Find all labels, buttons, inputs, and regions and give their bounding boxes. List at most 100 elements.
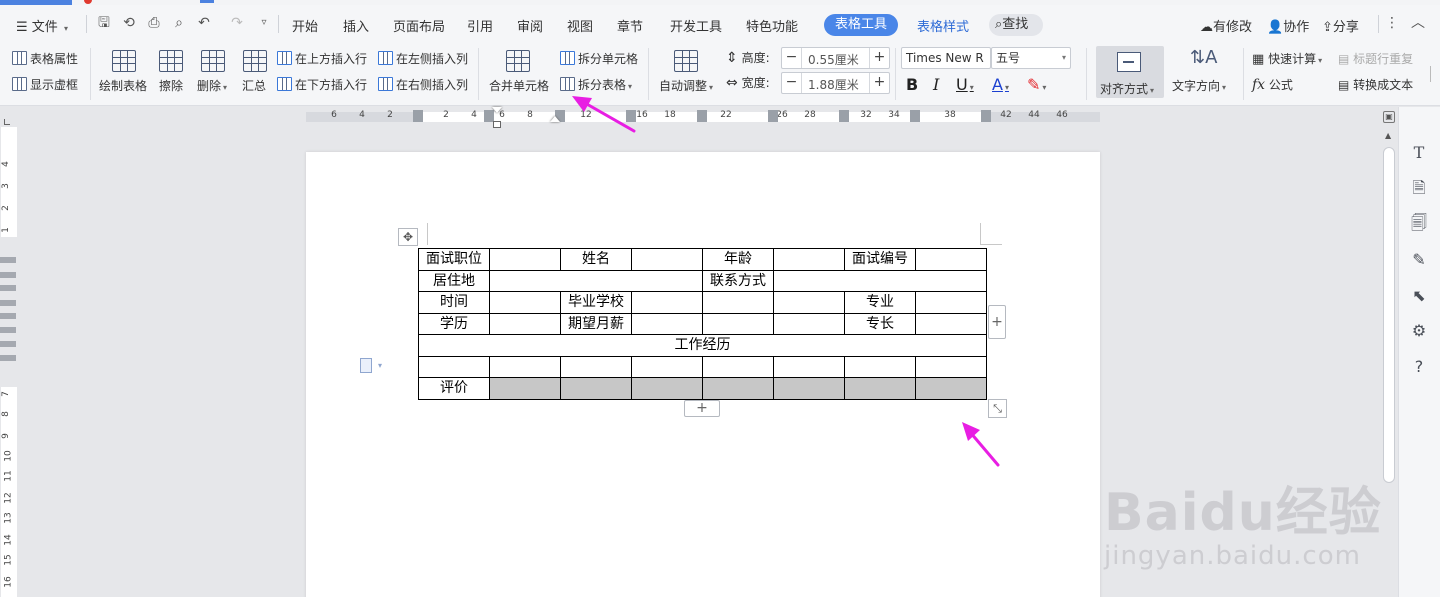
width-increase-icon[interactable]: + [869,73,889,93]
share-button[interactable]: ⇪分享 [1322,16,1359,35]
table-cell[interactable] [489,269,703,292]
table-cell[interactable] [773,248,845,271]
ruler-row-marker[interactable] [0,313,16,319]
quick-calc-button[interactable]: ▦ 快速计算 ▾ [1252,51,1322,69]
table-cell[interactable] [489,248,561,271]
ruler-row-marker[interactable] [0,327,16,333]
row-height-stepper[interactable]: − 0.55厘米 + [781,47,890,69]
tab-special[interactable]: 特色功能 [746,16,798,35]
help-icon[interactable]: ? [1409,357,1429,377]
table-cell[interactable]: 毕业学校 [560,291,632,314]
left-indent-handle[interactable] [493,121,501,128]
paragraph-options-icon[interactable] [360,358,372,373]
table-cell[interactable] [418,355,490,378]
search-button[interactable]: ⌕查找 [989,14,1043,36]
text-style-icon[interactable]: T [1409,143,1429,163]
table-cell[interactable] [631,312,703,335]
table-cell[interactable]: 时间 [418,291,490,314]
ruler-row-marker[interactable] [0,300,16,306]
table-cell[interactable] [773,355,845,378]
highlight-icon[interactable]: ✎ ▾ [1027,75,1046,94]
tab-table-tools[interactable]: 表格工具 [824,14,898,36]
print-icon[interactable]: ⎙ [146,15,162,31]
table-cell[interactable] [702,355,774,378]
table-cell[interactable] [702,312,774,335]
table-cell[interactable] [631,355,703,378]
redo-icon[interactable]: ↷ [229,15,245,31]
table-cell[interactable]: 评价 [418,377,490,400]
table-cell[interactable]: 面试职位 [418,248,490,271]
format-painter-icon[interactable]: ⟲ [121,15,137,31]
width-decrease-icon[interactable]: − [782,73,802,93]
split-table-button[interactable]: 拆分表格 ▾ [560,77,632,95]
ruler-col-marker[interactable] [413,110,423,122]
erase-button[interactable]: 擦除 [159,77,183,94]
ruler-col-marker[interactable] [910,110,920,122]
table-cell[interactable]: 联系方式 [702,269,774,292]
insert-row-above-button[interactable]: 在上方插入行 [277,51,367,67]
tab-developer[interactable]: 开发工具 [670,16,722,35]
selected-cell[interactable] [702,377,774,400]
selected-cell[interactable] [560,377,632,400]
repeat-header-button[interactable]: ▤ 标题行重复 [1338,51,1413,67]
scroll-up-icon[interactable]: ▲ [1385,131,1391,140]
table-cell[interactable]: 工作经历 [418,334,987,357]
align-button[interactable]: 对齐方式 ▾ [1096,46,1164,98]
table-cell[interactable] [773,291,845,314]
print-preview-icon[interactable]: ⌕ [171,15,187,31]
selected-cell[interactable] [844,377,916,400]
table-cell[interactable] [773,312,845,335]
table-cell[interactable] [631,291,703,314]
table-cell[interactable]: 专长 [844,312,916,335]
collaborate-button[interactable]: 👤协作 [1267,16,1309,35]
table-cell[interactable] [489,312,561,335]
tab-table-style[interactable]: 表格样式 [917,16,969,35]
insert-col-right-button[interactable]: 在右侧插入列 [378,77,468,93]
table-cell[interactable] [915,291,987,314]
resume-table[interactable]: 面试职位 姓名 年龄 面试编号 居住地 联系方式 时间 毕业学校 专业 学历 期… [418,248,987,400]
ruler-col-marker[interactable] [981,110,991,122]
table-move-handle[interactable]: ✥ [398,228,418,246]
font-color-icon[interactable]: A ▾ [992,75,1009,94]
selected-cell[interactable] [915,377,987,400]
more-vertical-icon[interactable]: ⋮ [1384,15,1400,31]
table-cell[interactable] [773,269,987,292]
tab-insert[interactable]: 插入 [343,16,369,35]
tab-references[interactable]: 引用 [467,16,493,35]
settings-sliders-icon[interactable]: ⚙ [1409,321,1429,341]
show-gridlines-button[interactable]: 显示虚框 [12,77,78,93]
cursor-icon[interactable]: ⬉ [1409,286,1429,306]
table-resize-handle[interactable]: ⤡ [988,399,1007,418]
text-direction-button[interactable]: 文字方向 ▾ [1172,77,1226,94]
undo-icon[interactable]: ↶ [196,15,212,31]
insert-row-below-button[interactable]: 在下方插入行 [277,77,367,93]
ruler-row-marker[interactable] [0,285,16,291]
pen-icon[interactable]: ✎ [1409,250,1429,270]
table-cell[interactable] [915,312,987,335]
table-cell[interactable]: 居住地 [418,269,490,292]
horizontal-ruler[interactable]: 6 4 2 2 4 6 8 12 16 18 22 26 28 32 34 38 42 44 46 [0,107,1380,128]
col-width-stepper[interactable]: − 1.88厘米 + [781,72,890,94]
table-cell[interactable]: 专业 [844,291,916,314]
table-cell[interactable] [844,355,916,378]
draw-table-button[interactable]: 绘制表格 [99,77,147,94]
font-size-select[interactable]: 五号 ▾ [991,47,1071,69]
scroll-nav-icon[interactable]: ▣ [1383,111,1395,123]
modified-status[interactable]: ☁有修改 [1200,16,1252,35]
chevron-down-icon[interactable]: ▾ [378,361,382,370]
ruler-row-marker[interactable] [0,355,16,361]
scrollbar-thumb[interactable] [1383,147,1395,483]
ruler-col-marker[interactable] [768,110,778,122]
vertical-ruler[interactable]: 4 3 2 1 7 8 9 10 11 12 13 14 15 16 [0,127,18,597]
formula-button[interactable]: fx 公式 [1252,77,1293,93]
right-indent-handle[interactable] [550,116,560,122]
ruler-row-marker[interactable] [0,257,16,263]
bold-icon[interactable]: B [906,75,918,94]
table-cell[interactable]: 期望月薪 [560,312,632,335]
document-review-icon[interactable]: 🗐 [1409,213,1429,233]
quick-access-more-icon[interactable]: ▿ [256,15,272,31]
add-column-button[interactable]: + [988,305,1006,339]
first-line-indent-handle[interactable] [492,107,502,113]
selected-cell[interactable] [489,377,561,400]
auto-fit-button[interactable]: 自动调整 ▾ [659,77,713,94]
